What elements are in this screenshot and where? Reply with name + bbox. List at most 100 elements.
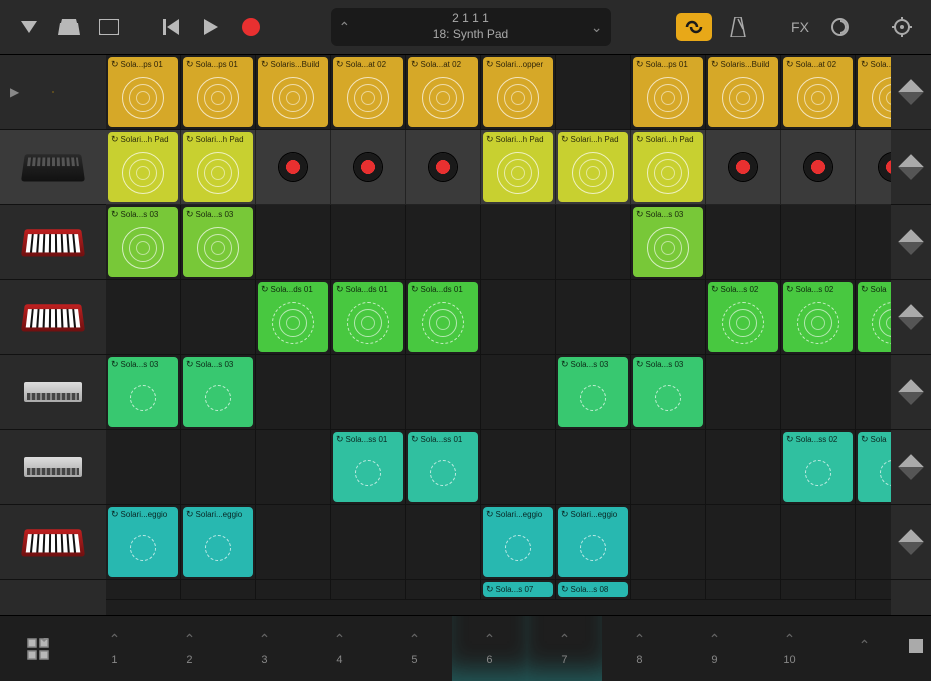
clip-cell[interactable]: Sola...s 03 <box>558 357 628 427</box>
play-button[interactable] <box>197 13 225 41</box>
empty-cell[interactable] <box>631 430 706 505</box>
track-header[interactable] <box>0 355 106 430</box>
scene-trigger[interactable] <box>891 355 931 430</box>
view-menu-button[interactable] <box>15 13 43 41</box>
column-trigger[interactable]: ⌃7 <box>527 616 602 681</box>
clip-cell[interactable]: Sola...s 07 <box>483 582 553 597</box>
scene-trigger[interactable] <box>891 55 931 130</box>
column-trigger[interactable]: ⌃9 <box>677 616 752 681</box>
clip-cell[interactable]: Sola...at 02 <box>408 57 478 127</box>
clip-cell[interactable]: Sola...ss 01 <box>408 432 478 502</box>
clip-cell[interactable]: Solaris...Build <box>258 57 328 127</box>
empty-cell[interactable] <box>706 355 781 430</box>
fx-button[interactable]: FX <box>786 13 814 41</box>
empty-cell[interactable] <box>781 505 856 580</box>
clip-cell[interactable]: Sola...at 02 <box>783 57 853 127</box>
stop-all-button[interactable] <box>909 639 923 658</box>
clip-cell[interactable]: Sola...ss 01 <box>333 432 403 502</box>
clip-cell[interactable]: Sola...ss 02 <box>783 432 853 502</box>
clip-cell[interactable]: Sola...s 03 <box>633 207 703 277</box>
column-trigger[interactable]: ⌃6 <box>452 616 527 681</box>
empty-cell[interactable] <box>256 355 331 430</box>
empty-record-slot[interactable] <box>858 132 891 202</box>
empty-cell[interactable] <box>181 280 256 355</box>
track-header[interactable]: ▶ <box>0 55 106 130</box>
empty-cell[interactable] <box>331 205 406 280</box>
scene-trigger[interactable] <box>891 430 931 505</box>
empty-cell[interactable] <box>256 505 331 580</box>
empty-cell[interactable] <box>181 580 256 600</box>
notes-button[interactable] <box>95 13 123 41</box>
clip-cell[interactable]: Sola...ps 01 <box>633 57 703 127</box>
column-trigger[interactable]: ⌃4 <box>302 616 377 681</box>
clip-cell[interactable]: Solaris...Build <box>708 57 778 127</box>
column-trigger[interactable]: ⌃10 <box>752 616 827 681</box>
empty-cell[interactable] <box>481 280 556 355</box>
empty-record-slot[interactable] <box>783 132 853 202</box>
clip-cell[interactable]: Solari...eggio <box>108 507 178 577</box>
column-trigger[interactable]: ⌃1 <box>77 616 152 681</box>
clip-cell[interactable]: Solari...h Pad <box>558 132 628 202</box>
empty-cell[interactable] <box>631 580 706 600</box>
record-button[interactable] <box>237 13 265 41</box>
settings-button[interactable] <box>888 13 916 41</box>
empty-cell[interactable] <box>556 430 631 505</box>
clip-cell[interactable]: Sola...s 03 <box>183 357 253 427</box>
clip-cell[interactable]: Sola...ds 01 <box>258 282 328 352</box>
clip-cell[interactable]: Solari...h Pad <box>108 132 178 202</box>
empty-cell[interactable] <box>856 505 891 580</box>
column-trigger[interactable]: ⌃8 <box>602 616 677 681</box>
clip-cell[interactable]: Sola...s 03 <box>633 357 703 427</box>
track-header[interactable] <box>0 280 106 355</box>
column-trigger[interactable]: ⌃3 <box>227 616 302 681</box>
empty-cell[interactable] <box>706 505 781 580</box>
clip-cell[interactable]: Sola...ps 01 <box>108 57 178 127</box>
empty-cell[interactable] <box>781 205 856 280</box>
empty-cell[interactable] <box>481 205 556 280</box>
empty-cell[interactable] <box>406 580 481 600</box>
empty-cell[interactable] <box>181 430 256 505</box>
column-trigger[interactable]: ⌃2 <box>152 616 227 681</box>
empty-cell[interactable] <box>556 205 631 280</box>
grid-edit-button[interactable] <box>24 635 52 663</box>
empty-cell[interactable] <box>781 355 856 430</box>
track-play-indicator[interactable]: ▶ <box>10 85 19 99</box>
empty-cell[interactable] <box>556 55 631 130</box>
empty-cell[interactable] <box>706 430 781 505</box>
clip-cell[interactable]: Solari...h Pad <box>183 132 253 202</box>
scene-trigger[interactable] <box>891 505 931 580</box>
empty-cell[interactable] <box>706 580 781 600</box>
clip-cell[interactable]: Sola...s 03 <box>108 207 178 277</box>
empty-cell[interactable] <box>706 205 781 280</box>
empty-cell[interactable] <box>631 280 706 355</box>
empty-cell[interactable] <box>106 430 181 505</box>
lcd-display[interactable]: ⌃ 2 1 1 1 18: Synth Pad ⌄ <box>331 8 611 46</box>
clip-cell[interactable]: Sola...ps 01 <box>183 57 253 127</box>
empty-cell[interactable] <box>556 280 631 355</box>
empty-cell[interactable] <box>631 505 706 580</box>
go-to-start-button[interactable] <box>157 13 185 41</box>
empty-cell[interactable] <box>481 430 556 505</box>
clip-cell[interactable]: Solari...h Pad <box>633 132 703 202</box>
column-trigger[interactable]: ⌃5 <box>377 616 452 681</box>
clip-cell[interactable]: Sola...at 02 <box>858 57 891 127</box>
track-header[interactable] <box>0 430 106 505</box>
empty-cell[interactable] <box>856 205 891 280</box>
empty-cell[interactable] <box>331 580 406 600</box>
track-header[interactable] <box>0 130 106 205</box>
clip-cell[interactable]: Sola...s 02 <box>783 282 853 352</box>
empty-record-slot[interactable] <box>708 132 778 202</box>
empty-cell[interactable] <box>406 205 481 280</box>
loop-button[interactable] <box>676 13 712 41</box>
library-button[interactable] <box>55 13 83 41</box>
empty-cell[interactable] <box>781 580 856 600</box>
clip-cell[interactable]: Sola...s 08 <box>558 582 628 597</box>
clip-cell[interactable]: Solari...eggio <box>183 507 253 577</box>
clip-cell[interactable]: Sola...at 02 <box>333 57 403 127</box>
empty-record-slot[interactable] <box>408 132 478 202</box>
column-trigger[interactable]: ⌃ <box>827 616 902 681</box>
lcd-prev-icon[interactable]: ⌃ <box>339 19 351 36</box>
empty-cell[interactable] <box>856 355 891 430</box>
clip-cell[interactable]: Sola...ds 01 <box>408 282 478 352</box>
empty-cell[interactable] <box>106 580 181 600</box>
